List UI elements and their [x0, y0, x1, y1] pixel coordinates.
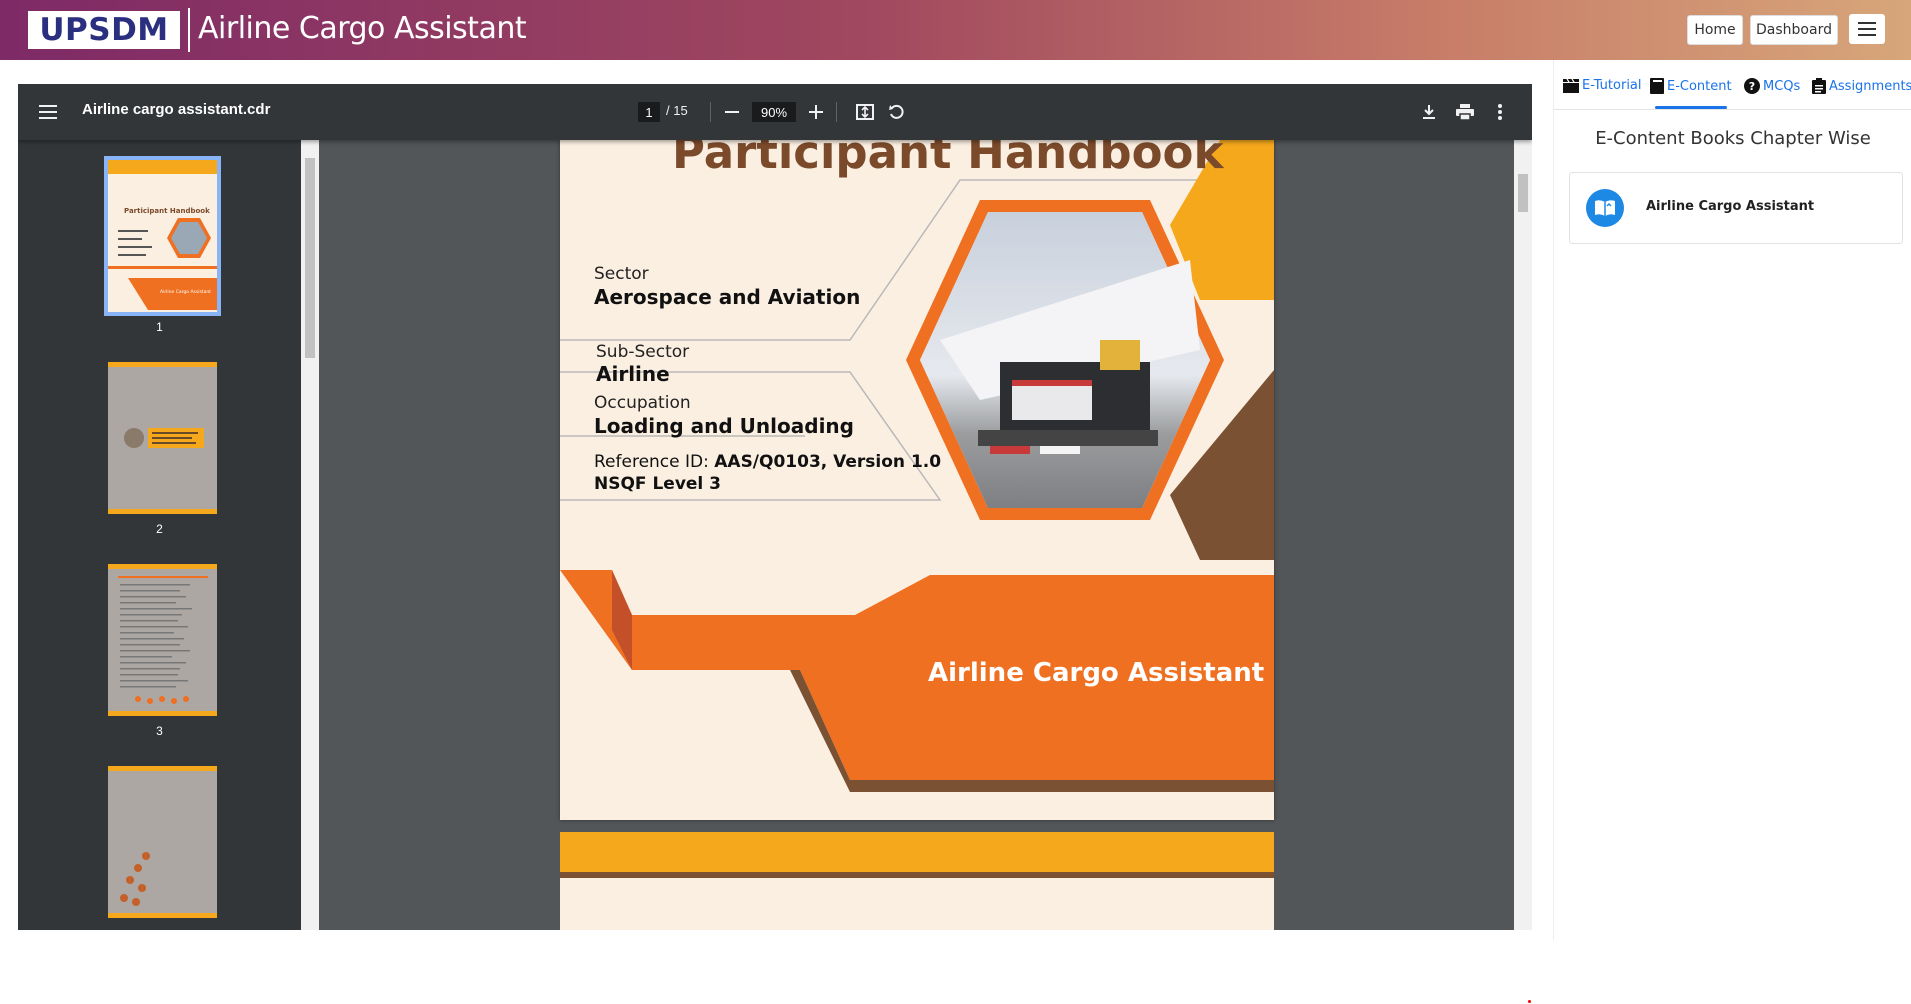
dashboard-button[interactable]: Dashboard [1750, 15, 1838, 45]
tab-label: Assignments [1829, 78, 1911, 94]
download-icon[interactable] [1418, 101, 1440, 123]
app-title: Airline Cargo Assistant [198, 11, 527, 46]
page-thumbnail-2[interactable] [108, 362, 217, 514]
sector-value: Aerospace and Aviation [594, 285, 861, 309]
occupation-label: Occupation [594, 393, 691, 413]
clipboard-icon [1812, 78, 1826, 94]
content-tabs: E-Tutorial E-Content ? MCQs Assignments [1554, 74, 1911, 106]
thumbnail-label: 1 [156, 320, 163, 334]
sector-label: Sector [594, 264, 649, 284]
subsector-label: Sub-Sector [596, 342, 690, 362]
hamburger-icon [1858, 22, 1876, 36]
page-number-input[interactable]: 1 [638, 102, 660, 122]
reference-value: AAS/Q0103, Version 1.0 [714, 452, 942, 472]
pdf-toolbar: Airline cargo assistant.cdr 1 / 15 90% [18, 84, 1532, 140]
thumbnail-label: 2 [156, 522, 163, 536]
open-book-icon [1586, 189, 1624, 227]
thumbnail-scrollbar[interactable] [301, 140, 319, 930]
tab-e-tutorial[interactable]: E-Tutorial [1563, 78, 1642, 93]
page-thumbnail-3[interactable] [108, 564, 217, 716]
page-total: / 15 [666, 103, 688, 118]
indicator-dot [1528, 1000, 1531, 1003]
svg-text:?: ? [1749, 80, 1755, 93]
book-icon [1650, 78, 1664, 94]
tabs-divider [1554, 109, 1911, 110]
pdf-page-1: Participant Handbook Sector Aerospace an… [560, 140, 1274, 820]
toolbar-divider [836, 102, 837, 122]
document-title: Airline cargo assistant.cdr [82, 101, 271, 118]
tab-e-content[interactable]: E-Content [1650, 78, 1732, 94]
sidebar-toggle-icon[interactable] [38, 102, 58, 122]
book-title: Airline Cargo Assistant [1646, 199, 1815, 214]
cover-footer-title: Airline Cargo Assistant [928, 658, 1265, 688]
page-thumbnail-4[interactable] [108, 766, 217, 918]
scrollbar-thumb[interactable] [1518, 174, 1528, 212]
logo-text: UPSDM [39, 12, 169, 48]
rotate-icon[interactable] [886, 101, 908, 123]
question-circle-icon: ? [1744, 78, 1760, 94]
tab-label: MCQs [1763, 78, 1801, 94]
subsector-value: Airline [596, 362, 670, 386]
svg-text:Airline Cargo Assistant: Airline Cargo Assistant [160, 289, 211, 295]
reference-prefix: Reference ID: [594, 452, 715, 472]
occupation-value: Loading and Unloading [594, 414, 854, 438]
thumbnail-label: 3 [156, 724, 163, 738]
reference-id: Reference ID: AAS/Q0103, Version 1.0 [594, 452, 941, 472]
pdf-page-2 [560, 832, 1274, 930]
home-button[interactable]: Home [1687, 15, 1743, 45]
panel-heading: E-Content Books Chapter Wise [1595, 128, 1871, 149]
zoom-out-icon[interactable] [722, 102, 742, 122]
pdf-viewer: Airline cargo assistant.cdr 1 / 15 90% P… [18, 84, 1532, 930]
fit-page-icon[interactable] [854, 101, 876, 123]
top-header: UPSDM Airline Cargo Assistant Home Dashb… [0, 0, 1911, 60]
header-divider [188, 8, 190, 52]
print-icon[interactable] [1454, 101, 1476, 123]
book-card-airline-cargo-assistant[interactable]: Airline Cargo Assistant [1569, 172, 1903, 244]
content-side-panel: E-Tutorial E-Content ? MCQs Assignments … [1553, 60, 1911, 940]
thumbnail-sidebar: Participant Handbook Airline Cargo Assis… [18, 140, 301, 930]
svg-text:Participant Handbook: Participant Handbook [124, 207, 210, 215]
more-options-icon[interactable] [1492, 101, 1508, 123]
tab-label: E-Tutorial [1582, 78, 1642, 93]
nsqf-level: NSQF Level 3 [594, 474, 722, 494]
clapperboard-icon [1563, 78, 1579, 93]
page-2-graphic [560, 832, 1274, 930]
zoom-level-input[interactable]: 90% [752, 102, 796, 122]
zoom-in-icon[interactable] [806, 102, 826, 122]
toolbar-divider [710, 102, 711, 122]
page-thumbnail-1[interactable]: Participant Handbook Airline Cargo Assis… [104, 156, 221, 316]
handbook-title: Participant Handbook [672, 140, 1224, 179]
tab-assignments[interactable]: Assignments [1812, 78, 1911, 94]
tab-label: E-Content [1667, 78, 1732, 94]
logo[interactable]: UPSDM [28, 11, 180, 49]
hamburger-menu-button[interactable] [1849, 14, 1885, 44]
page-scrollbar[interactable] [1514, 140, 1532, 930]
tab-mcqs[interactable]: ? MCQs [1744, 78, 1800, 94]
scrollbar-thumb[interactable] [305, 158, 315, 358]
